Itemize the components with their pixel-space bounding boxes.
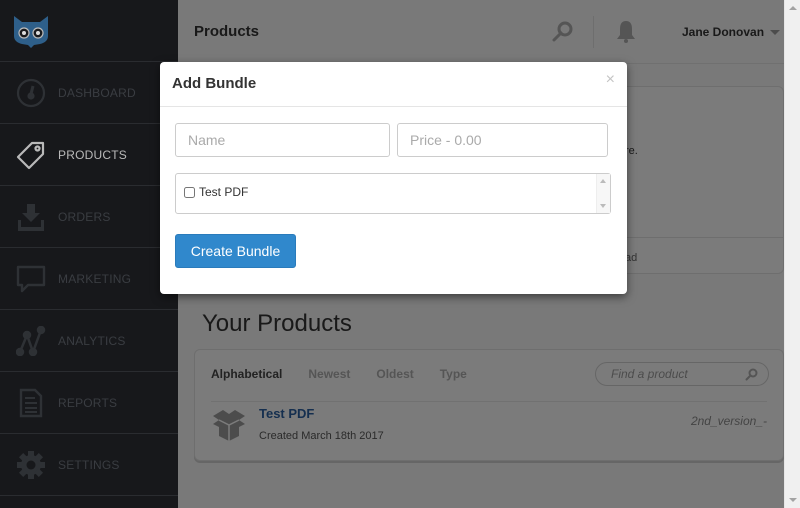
modal-title: Add Bundle xyxy=(172,75,257,92)
download-tray-icon xyxy=(16,202,46,232)
scroll-down-arrow-icon[interactable] xyxy=(789,498,797,502)
logo[interactable] xyxy=(0,0,178,62)
list-scrollbar[interactable] xyxy=(596,174,610,213)
sidebar-item-products[interactable]: PRODUCTS xyxy=(0,124,178,186)
modal-header: Add Bundle × xyxy=(160,62,627,107)
sidebar-item-settings[interactable]: SETTINGS xyxy=(0,434,178,496)
sidebar-item-dashboard[interactable]: DASHBOARD xyxy=(0,62,178,124)
line-graph-icon xyxy=(16,325,46,356)
sidebar-item-label: ANALYTICS xyxy=(58,333,126,348)
gear-icon xyxy=(16,450,46,480)
sidebar-item-label: ORDERS xyxy=(58,209,111,224)
bundle-name-input[interactable] xyxy=(175,123,390,157)
scroll-up-arrow-icon[interactable] xyxy=(789,6,797,10)
product-option-checkbox[interactable] xyxy=(184,186,195,198)
sidebar-item-analytics[interactable]: ANALYTICS xyxy=(0,310,178,372)
list-scroll-up-icon[interactable] xyxy=(600,179,606,183)
owl-logo-icon xyxy=(14,15,48,48)
create-bundle-button[interactable]: Create Bundle xyxy=(175,234,296,268)
sidebar-item-marketing[interactable]: MARKETING xyxy=(0,248,178,310)
speech-bubble-icon xyxy=(16,264,46,294)
document-icon xyxy=(16,388,46,418)
product-option[interactable]: Test PDF xyxy=(184,185,248,199)
list-scroll-down-icon[interactable] xyxy=(600,204,606,208)
sidebar-item-label: REPORTS xyxy=(58,395,118,410)
sidebar-item-reports[interactable]: REPORTS xyxy=(0,372,178,434)
sidebar-item-label: PRODUCTS xyxy=(58,147,127,162)
close-icon[interactable]: × xyxy=(606,72,615,88)
sidebar-item-orders[interactable]: ORDERS xyxy=(0,186,178,248)
sidebar-item-label: SETTINGS xyxy=(58,457,120,472)
sidebar-item-label: MARKETING xyxy=(58,271,132,286)
add-bundle-modal: Add Bundle × Test PDF Create Bundle xyxy=(160,62,627,294)
page-scrollbar[interactable] xyxy=(784,0,800,508)
bundle-price-input[interactable] xyxy=(397,123,608,157)
sidebar: DASHBOARD PRODUCTS ORDERS MARKETING ANAL… xyxy=(0,0,178,508)
product-option-label: Test PDF xyxy=(199,185,249,199)
speedometer-icon xyxy=(16,78,46,108)
product-select-list[interactable]: Test PDF xyxy=(175,173,611,214)
tag-icon xyxy=(16,140,46,170)
sidebar-item-label: DASHBOARD xyxy=(58,85,136,100)
